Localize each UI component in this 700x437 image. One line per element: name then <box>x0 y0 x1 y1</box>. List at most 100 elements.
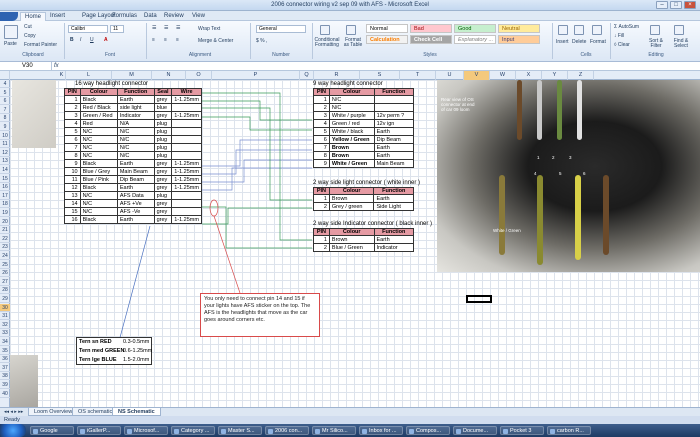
column-header-n[interactable]: N <box>152 71 186 80</box>
table-cell[interactable]: 4 <box>64 119 81 128</box>
table-cell[interactable]: 1-1.25mm <box>171 183 202 192</box>
conditional-formatting-button[interactable]: Conditional Formatting <box>314 38 340 48</box>
column-header-s[interactable]: S <box>360 71 400 80</box>
table-cell[interactable]: Brown <box>328 151 375 160</box>
table-cell[interactable]: N/A <box>116 119 155 128</box>
table-cell[interactable]: 15 <box>64 207 81 216</box>
underline-button[interactable]: U <box>90 37 94 43</box>
row-header-22[interactable]: 22 <box>0 235 10 243</box>
table-cell[interactable]: grey <box>153 159 173 168</box>
table-cell[interactable]: Brown <box>328 143 375 152</box>
style-normal[interactable]: Normal <box>366 24 408 33</box>
table-cell[interactable]: Main Beam <box>373 159 415 168</box>
column-header-p[interactable]: P <box>212 71 300 80</box>
table-cell[interactable]: Red / Black <box>79 103 118 112</box>
format-cells-button[interactable]: Format <box>590 39 606 45</box>
table-cell[interactable]: plug <box>153 119 173 128</box>
font-size-box[interactable]: 11 <box>110 25 124 33</box>
table-cell[interactable]: Brown <box>328 194 375 203</box>
table-cell[interactable]: Black <box>79 95 118 104</box>
taskbar-item[interactable]: Category ... <box>171 426 215 435</box>
style-explanatory[interactable]: Explanatory ... <box>454 35 496 44</box>
table-cell[interactable]: grey <box>153 215 173 224</box>
table-cell[interactable]: AFS Data <box>116 191 155 200</box>
row-header-7[interactable]: 7 <box>0 106 10 114</box>
align-right-icon[interactable]: ≡ <box>176 37 179 43</box>
table-cell[interactable] <box>171 143 202 152</box>
office-button[interactable] <box>0 12 18 21</box>
table-cell[interactable]: 1 <box>313 95 330 104</box>
taskbar-item[interactable]: Mr Silico... <box>312 426 356 435</box>
taskbar-item[interactable]: Microsof... <box>124 426 168 435</box>
number-format-box[interactable]: General <box>256 25 306 33</box>
row-header-25[interactable]: 25 <box>0 261 10 269</box>
row-header-24[interactable]: 24 <box>0 252 10 260</box>
align-middle-icon[interactable]: ☰ <box>164 25 168 31</box>
table-cell[interactable]: Red <box>79 119 118 128</box>
column-header-m[interactable]: M <box>112 71 152 80</box>
row-header-18[interactable]: 18 <box>0 200 10 209</box>
paste-icon[interactable] <box>4 25 18 39</box>
selected-cell[interactable] <box>466 295 492 303</box>
table-cell[interactable]: Side Light <box>373 202 414 211</box>
table-cell[interactable]: plug <box>153 143 173 152</box>
tab-formulas[interactable]: Formulas <box>108 12 141 21</box>
table-cell[interactable]: 1-1.25mm <box>171 215 202 224</box>
table-cell[interactable]: 9 <box>64 159 81 168</box>
table-cell[interactable]: 8 <box>313 151 330 160</box>
table-cell[interactable]: N/C <box>79 143 118 152</box>
table-cell[interactable]: 3 <box>313 111 330 120</box>
find-select-icon[interactable] <box>674 25 684 35</box>
table-cell[interactable] <box>171 103 202 112</box>
table-cell[interactable]: 1 <box>313 194 330 203</box>
table-cell[interactable]: 1-1.25mm <box>171 167 202 176</box>
table-cell[interactable]: grey <box>153 199 173 208</box>
row-header-33[interactable]: 33 <box>0 329 10 338</box>
column-header-l[interactable]: L <box>66 71 112 80</box>
table-cell[interactable]: Black <box>79 183 118 192</box>
row-header-20[interactable]: 20 <box>0 218 10 226</box>
style-neutral[interactable]: Neutral <box>498 24 540 33</box>
table-cell[interactable]: 10 <box>64 167 81 176</box>
table-cell[interactable]: Dip Beam <box>116 175 155 184</box>
taskbar-item[interactable]: Compos... <box>406 426 450 435</box>
table-cell[interactable]: Indicator <box>373 243 414 252</box>
sheet-nav-icons[interactable]: ◂◂ ◂ ▸ ▸▸ <box>4 409 23 415</box>
table-cell[interactable] <box>171 191 202 200</box>
sort-filter-button[interactable]: Sort & Filter <box>646 39 666 49</box>
table-cell[interactable] <box>171 151 202 160</box>
table-cell[interactable]: grey <box>153 95 173 104</box>
paste-button[interactable]: Paste <box>4 41 17 47</box>
table-cell[interactable]: Black <box>79 215 118 224</box>
table-cell[interactable]: White / black <box>328 127 375 136</box>
row-header-8[interactable]: 8 <box>0 114 10 123</box>
start-button[interactable] <box>0 424 26 437</box>
table-cell[interactable]: Grey / green <box>328 202 375 211</box>
table-cell[interactable]: Earth <box>116 183 155 192</box>
style-input[interactable]: Input <box>498 35 540 44</box>
clear-button[interactable]: ◊ Clear <box>614 42 630 48</box>
column-header-w[interactable]: W <box>490 71 516 80</box>
table-cell[interactable]: 3 <box>64 111 81 120</box>
table-cell[interactable]: grey <box>153 167 173 176</box>
row-header-26[interactable]: 26 <box>0 269 10 278</box>
row-header-17[interactable]: 17 <box>0 192 10 200</box>
fill-button[interactable]: ↓ Fill <box>614 33 624 39</box>
row-header-30[interactable]: 30 <box>0 303 10 312</box>
row-header-16[interactable]: 16 <box>0 183 10 192</box>
italic-button[interactable]: I <box>80 37 81 43</box>
table-cell[interactable]: 1 <box>313 235 330 244</box>
table-cell[interactable]: Main Beam <box>116 167 155 176</box>
format-as-table-button[interactable]: Format as Table <box>342 38 364 48</box>
align-left-icon[interactable]: ≡ <box>152 37 155 43</box>
close-button[interactable]: × <box>684 1 696 9</box>
delete-cells-button[interactable]: Delete <box>572 39 586 45</box>
table-cell[interactable]: N/C <box>116 127 155 136</box>
table-cell[interactable]: blue <box>153 103 173 112</box>
tab-view[interactable]: View <box>188 12 209 21</box>
column-header-y[interactable]: Y <box>542 71 568 80</box>
table-cell[interactable]: grey <box>153 175 173 184</box>
align-bottom-icon[interactable]: ☰ <box>176 25 180 31</box>
table-cell[interactable]: plug <box>153 127 173 136</box>
table-cell[interactable]: Green / red <box>328 119 375 128</box>
